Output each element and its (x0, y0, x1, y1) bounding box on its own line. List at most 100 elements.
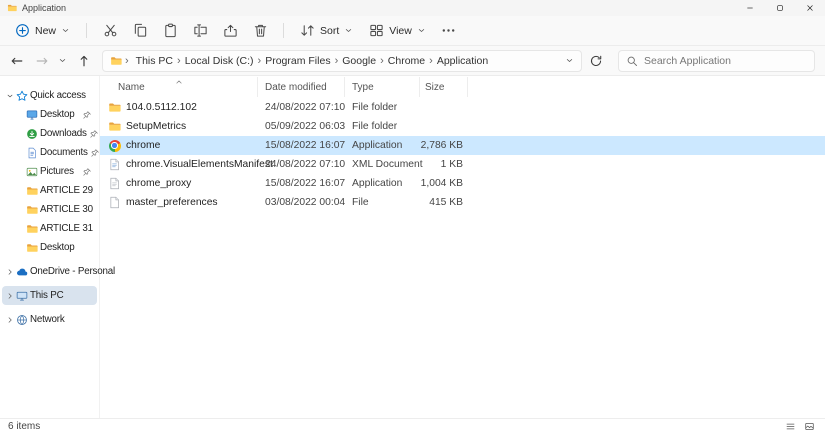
toolbar: New Sort View (0, 16, 825, 46)
sort-button-label: Sort (320, 24, 340, 37)
chevron-right-icon[interactable] (6, 292, 14, 300)
sidebar-item-this-pc[interactable]: This PC (2, 286, 97, 305)
thumbnail-view-icon (804, 421, 815, 432)
file-date-modified: 24/08/2022 07:10 (265, 159, 346, 170)
sidebar-item-label: ARTICLE 29 (40, 185, 93, 196)
breadcrumb-item-application[interactable]: Application (433, 55, 492, 67)
downloads-icon (26, 128, 38, 140)
file-row-master-preferences[interactable]: master_preferences 03/08/2022 00:04 File 41… (100, 193, 825, 212)
view-button[interactable]: View (362, 19, 433, 43)
address-dropdown-icon[interactable] (565, 56, 574, 65)
breadcrumb-item-program-files[interactable]: Program Files (261, 55, 334, 67)
file-type: Application (352, 178, 403, 189)
file-date-modified: 15/08/2022 16:07 (265, 178, 346, 189)
sidebar-item-pictures[interactable]: Pictures (2, 162, 97, 181)
back-arrow-icon (10, 54, 24, 68)
cloud-icon (16, 266, 28, 278)
address-bar[interactable]: › This PC › Local Disk (C:) › Program Files ›… (102, 49, 582, 72)
chevron-right-icon[interactable] (6, 268, 14, 276)
folder-icon (108, 120, 121, 133)
breadcrumb-item-google[interactable]: Google (338, 55, 380, 67)
rename-button[interactable] (186, 19, 214, 43)
chevron-down-icon[interactable] (6, 92, 14, 100)
sidebar-item-network[interactable]: Network (2, 310, 97, 329)
view-icon (369, 23, 384, 38)
chevron-down-icon (61, 26, 70, 35)
file-name: chrome (126, 140, 161, 151)
minimize-button[interactable] (735, 0, 765, 16)
sidebar-item-label: This PC (30, 290, 64, 301)
file-name: chrome_proxy (126, 178, 192, 189)
file-row-chrome-proxy[interactable]: chrome_proxy 15/08/2022 16:07 Application 1… (100, 174, 825, 193)
file-size: 1,004 KB (420, 178, 463, 189)
column-header-date-modified[interactable]: Date modified (258, 77, 345, 97)
file-name-cell: chrome (100, 139, 258, 152)
sidebar-item-label: Downloads (40, 128, 87, 139)
forward-arrow-icon (35, 54, 49, 68)
search-input[interactable] (644, 54, 807, 67)
column-headers: Name Date modified Type Size (100, 77, 825, 97)
chevron-right-icon[interactable] (6, 316, 14, 324)
up-button[interactable] (72, 49, 95, 72)
copy-button[interactable] (126, 19, 154, 43)
thumbnail-view-button[interactable] (801, 420, 817, 434)
file-date-modified: 24/08/2022 07:10 (265, 102, 346, 113)
chevron-down-icon (58, 56, 67, 65)
close-button[interactable] (795, 0, 825, 16)
sidebar-item-label: Desktop (40, 242, 75, 253)
sidebar-item-desktop[interactable]: Desktop (2, 238, 97, 257)
folder-icon (7, 3, 17, 13)
sidebar-item-quick-access[interactable]: Quick access (2, 86, 97, 105)
sidebar-item-article-31[interactable]: ARTICLE 31 (2, 219, 97, 238)
sidebar-item-documents[interactable]: Documents (2, 143, 99, 162)
sidebar-item-label: Documents (40, 147, 88, 158)
file-row-chrome[interactable]: chrome 15/08/2022 16:07 Application 2,786 K… (100, 136, 825, 155)
sidebar-item-downloads[interactable]: Downloads (2, 124, 98, 143)
file-date-modified: 03/08/2022 00:04 (265, 197, 346, 208)
new-button[interactable]: New (8, 19, 77, 43)
file-size: 1 KB (440, 159, 463, 170)
plus-icon (15, 23, 30, 38)
folder-icon (26, 185, 38, 197)
file-explorer-window: Application New Sort View › This PC › Lo… (0, 0, 825, 434)
back-button[interactable] (5, 49, 28, 72)
items-count: 6 items (8, 421, 41, 432)
details-view-button[interactable] (782, 420, 798, 434)
sidebar-item-article-29[interactable]: ARTICLE 29 (2, 181, 97, 200)
navigation-bar: › This PC › Local Disk (C:) › Program Files ›… (0, 46, 825, 76)
sidebar-item-article-30[interactable]: ARTICLE 30 (2, 200, 97, 219)
breadcrumb-item-local-disk-c[interactable]: Local Disk (C:) (181, 55, 258, 67)
refresh-button[interactable] (584, 49, 607, 72)
share-button[interactable] (216, 19, 244, 43)
breadcrumb-item-chrome[interactable]: Chrome (384, 55, 429, 67)
pin-icon (82, 167, 92, 177)
delete-button[interactable] (246, 19, 274, 43)
sidebar-item-label: ARTICLE 31 (40, 223, 93, 234)
forward-button[interactable] (30, 49, 53, 72)
sort-icon (300, 23, 315, 38)
maximize-icon (776, 4, 784, 12)
search-box[interactable] (618, 49, 815, 72)
rename-icon (193, 23, 208, 38)
column-header-size[interactable]: Size (420, 77, 468, 97)
file-type: XML Document (352, 159, 423, 170)
sort-button[interactable]: Sort (293, 19, 360, 43)
file-row-104-0-5112-102[interactable]: 104.0.5112.102 24/08/2022 07:10 File folde… (100, 98, 825, 117)
file-row-setupmetrics[interactable]: SetupMetrics 05/09/2022 06:03 File folder (100, 117, 825, 136)
sidebar-item-desktop[interactable]: Desktop (2, 105, 97, 124)
file-name-cell: 104.0.5112.102 (100, 101, 258, 114)
cut-button[interactable] (96, 19, 124, 43)
folder-icon (26, 242, 38, 254)
refresh-icon (589, 54, 603, 68)
maximize-button[interactable] (765, 0, 795, 16)
breadcrumb-item-this-pc[interactable]: This PC (132, 55, 177, 67)
chevron-down-icon (417, 26, 426, 35)
paste-button[interactable] (156, 19, 184, 43)
pin-icon (82, 110, 92, 120)
recent-locations-button[interactable] (55, 49, 70, 72)
more-options-button[interactable] (435, 19, 463, 43)
sidebar-item-onedrive-personal[interactable]: OneDrive - Personal (2, 262, 115, 281)
file-row-chrome-visualelementsmanifest[interactable]: chrome.VisualElementsManifest 24/08/2022 … (100, 155, 825, 174)
column-header-type[interactable]: Type (345, 77, 420, 97)
